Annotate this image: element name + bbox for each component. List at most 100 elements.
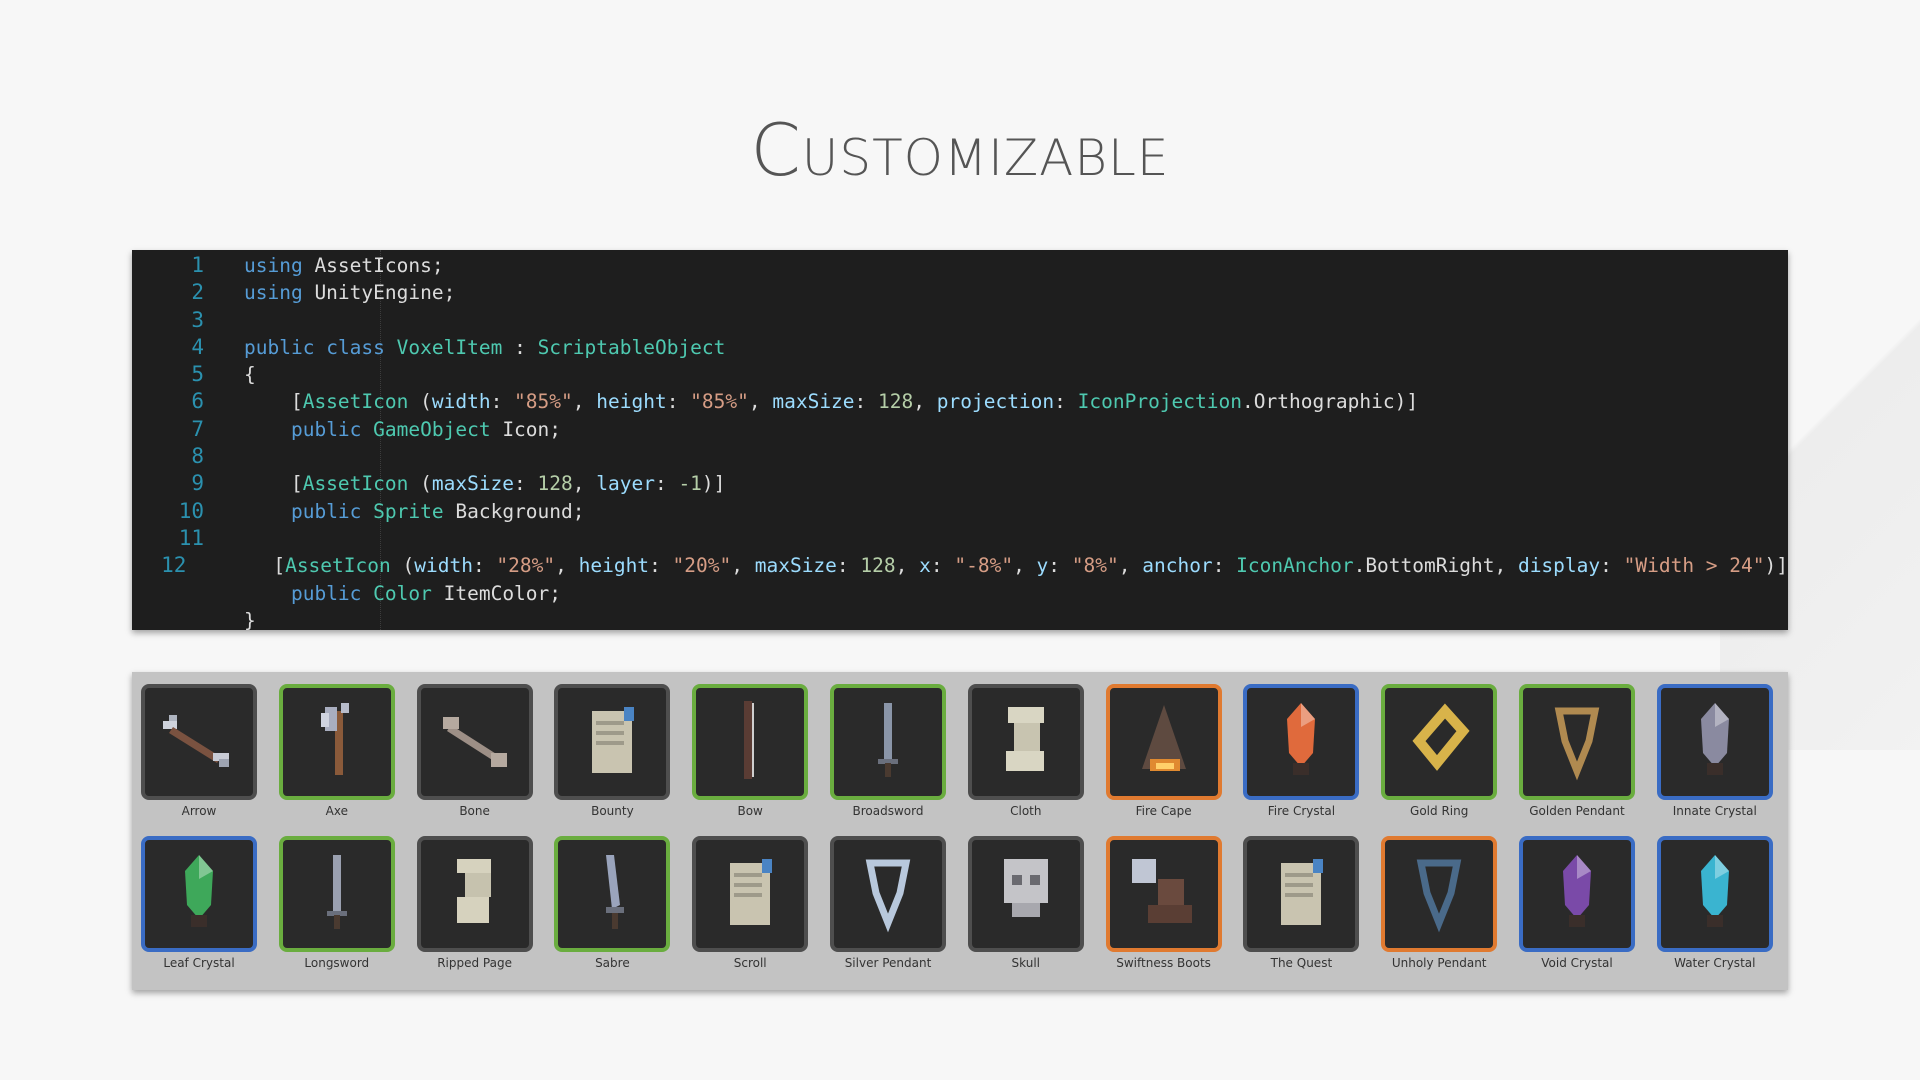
item-cell[interactable]: Gold Ring xyxy=(1381,684,1498,830)
code-line: 9 [AssetIcon (maxSize: 128, layer: -1)] xyxy=(132,470,1788,497)
item-cell[interactable]: The Quest xyxy=(1243,836,1360,982)
code-line: 1 using AssetIcons; xyxy=(132,252,1788,279)
code-token: x xyxy=(919,554,931,578)
code-token: maxSize xyxy=(754,554,837,578)
item-icon-frame[interactable] xyxy=(967,836,1084,952)
item-cell[interactable]: Ripped Page xyxy=(416,836,533,982)
item-icon-frame[interactable] xyxy=(1243,836,1360,952)
item-cell[interactable]: Leaf Crystal xyxy=(141,836,257,982)
item-cell[interactable]: Skull xyxy=(967,836,1084,982)
code-token: height xyxy=(596,390,667,414)
code-editor: 1 using AssetIcons; 2 using UnityEngine; 3 4 p… xyxy=(132,250,1788,632)
item-icon-frame[interactable] xyxy=(1105,836,1222,952)
item-icon-frame[interactable] xyxy=(830,684,946,800)
item-icon-frame[interactable] xyxy=(416,836,533,952)
item-cell[interactable]: Fire Crystal xyxy=(1243,684,1360,830)
code-line: 4 public class VoxelItem : ScriptableObje… xyxy=(132,334,1788,361)
code-token: ItemColor; xyxy=(431,581,562,605)
code-token: [ xyxy=(244,472,303,496)
item-icon-frame[interactable] xyxy=(1381,684,1498,800)
pendant-icon xyxy=(1399,849,1479,939)
code-token: height xyxy=(578,554,650,578)
code-token: width xyxy=(414,554,473,578)
page-title: Customizable xyxy=(750,108,1170,192)
code-token: [ xyxy=(244,390,303,414)
item-cell[interactable]: Fire Cape xyxy=(1105,684,1222,830)
item-cell[interactable]: Bounty xyxy=(554,684,671,830)
item-icon-frame[interactable] xyxy=(278,836,395,952)
item-cell[interactable]: Bone xyxy=(416,684,533,830)
code-token: : xyxy=(666,390,691,414)
code-token: , xyxy=(748,390,773,414)
code-token: Color xyxy=(373,581,432,605)
line-number xyxy=(132,580,208,607)
item-cell[interactable]: Water Crystal xyxy=(1656,836,1773,982)
item-icon-frame[interactable] xyxy=(141,836,257,952)
item-cell[interactable]: Broadsword xyxy=(830,684,946,830)
line-number: 1 xyxy=(191,253,204,277)
code-token: )] xyxy=(1764,554,1788,578)
item-icon-frame[interactable] xyxy=(554,836,671,952)
code-token: public xyxy=(290,581,362,605)
cape-icon xyxy=(1124,697,1204,787)
item-cell[interactable]: Unholy Pendant xyxy=(1381,836,1498,982)
item-icon-frame[interactable] xyxy=(278,684,395,800)
item-icon-frame[interactable] xyxy=(416,684,533,800)
code-text: [AssetIcon (width: "28%", height: "20%",… xyxy=(190,552,1788,579)
item-icon-frame[interactable] xyxy=(967,684,1084,800)
item-cell[interactable]: Bow xyxy=(692,684,809,830)
item-cell[interactable]: Longsword xyxy=(278,836,395,982)
code-token: : xyxy=(472,554,497,578)
code-line: 6 [AssetIcon (width: "85%", height: "85%… xyxy=(132,388,1788,415)
item-cell[interactable]: Arrow xyxy=(141,684,257,830)
item-cell[interactable]: Swiftness Boots xyxy=(1105,836,1222,982)
item-icon-frame[interactable] xyxy=(1519,836,1635,952)
item-cell[interactable]: Innate Crystal xyxy=(1656,684,1773,830)
item-icon-frame[interactable] xyxy=(1381,836,1498,952)
item-icon-frame[interactable] xyxy=(1519,684,1635,800)
item-cell[interactable]: Silver Pendant xyxy=(830,836,946,982)
item-cell[interactable]: Void Crystal xyxy=(1519,836,1635,982)
item-label: Broadsword xyxy=(852,804,924,818)
code-line: 12 [AssetIcon (width: "28%", height: "20… xyxy=(132,552,1788,579)
code-token: "28%" xyxy=(496,554,556,578)
item-icon-frame[interactable] xyxy=(692,836,809,952)
item-cell[interactable]: Axe xyxy=(278,684,395,830)
item-icon-frame[interactable] xyxy=(1105,684,1222,800)
item-icon-frame[interactable] xyxy=(692,684,809,800)
item-cell[interactable]: Scroll xyxy=(692,836,809,982)
item-icon-frame[interactable] xyxy=(554,684,671,800)
code-text: public GameObject Icon; xyxy=(208,416,561,443)
item-label: Bounty xyxy=(591,804,634,818)
item-icon-frame[interactable] xyxy=(830,836,946,952)
code-token: width xyxy=(431,390,491,414)
item-cell[interactable]: Sabre xyxy=(554,836,671,982)
code-token: , xyxy=(1013,554,1037,578)
code-token: : xyxy=(1600,554,1624,578)
line-number: 5 xyxy=(191,362,204,387)
crystal-icon xyxy=(1675,697,1755,787)
sword-icon xyxy=(848,697,928,787)
pendant-icon xyxy=(1537,697,1617,787)
scroll-icon xyxy=(710,849,790,939)
item-icon-frame[interactable] xyxy=(1656,684,1773,800)
item-label: Bone xyxy=(459,804,490,818)
item-icon-frame[interactable] xyxy=(1243,684,1360,800)
boots-icon xyxy=(1124,849,1204,939)
crystal-icon xyxy=(159,849,239,939)
item-icon-frame[interactable] xyxy=(141,684,257,800)
item-label: Leaf Crystal xyxy=(163,956,235,970)
item-cell[interactable]: Cloth xyxy=(967,684,1084,830)
item-icon-frame[interactable] xyxy=(1656,836,1773,952)
code-token: "85%" xyxy=(514,390,573,414)
code-token: Background; xyxy=(443,499,585,523)
page-icon xyxy=(435,849,515,939)
code-token: : xyxy=(514,472,538,496)
code-token: public xyxy=(244,335,315,359)
scroll-icon xyxy=(572,697,652,787)
code-token: : xyxy=(836,554,861,578)
item-cell[interactable]: Golden Pendant xyxy=(1519,684,1635,830)
